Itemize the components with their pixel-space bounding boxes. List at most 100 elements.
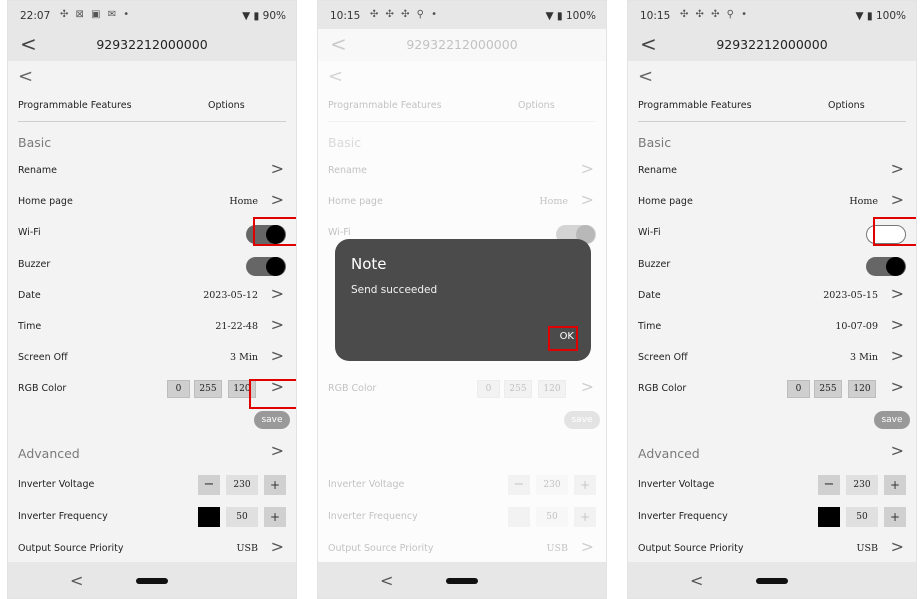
screen-off-label: Screen Off	[638, 352, 688, 363]
notification-icons: ✣ ✣ ✣ ⚲ •	[370, 9, 440, 20]
buzzer-label: Buzzer	[18, 259, 51, 270]
row-home-page[interactable]: Home page Home >	[638, 190, 908, 214]
nav-back-icon[interactable]: <	[70, 571, 83, 590]
row-date[interactable]: Date 2023-05-12 >	[18, 284, 288, 308]
chevron-right-icon[interactable]: >	[271, 315, 284, 334]
chevron-right-icon[interactable]: >	[891, 284, 904, 303]
toggle-knob	[886, 257, 905, 276]
highlight-wifi-toggle	[253, 217, 296, 246]
row-buzzer: Buzzer	[638, 255, 908, 277]
row-time[interactable]: Time 21-22-48 >	[18, 315, 288, 339]
chevron-right-icon[interactable]: >	[891, 159, 904, 178]
phone-screen-3: 10:15 ✣ ✣ ✣ ⚲ • ▼ ▮ 100% < 9293221200000…	[627, 0, 917, 599]
row-date[interactable]: Date 2023-05-15 >	[638, 284, 908, 308]
plus-button[interactable]: +	[884, 507, 906, 527]
minus-button[interactable]: −	[198, 475, 220, 495]
minus-button[interactable]	[818, 507, 840, 527]
rgb-b-field[interactable]: 120	[848, 380, 876, 398]
system-nav-bar: <	[8, 562, 296, 598]
toggle-knob	[266, 257, 285, 276]
back-icon[interactable]: <	[638, 66, 653, 87]
rgb-r-field[interactable]: 0	[787, 380, 810, 398]
voltage-value[interactable]: 230	[846, 475, 878, 495]
rgb-g-field[interactable]: 255	[814, 380, 842, 398]
home-pill-icon[interactable]	[136, 578, 168, 584]
voltage-value[interactable]: 230	[226, 475, 258, 495]
battery-icon: ▼ ▮ 90%	[242, 10, 286, 22]
row-output-source-priority[interactable]: Output Source Priority USB >	[18, 537, 288, 561]
section-basic: Basic	[638, 135, 672, 150]
chevron-right-icon[interactable]: >	[891, 346, 904, 365]
system-nav-bar: <	[318, 562, 606, 598]
rgb-r-field[interactable]: 0	[167, 380, 190, 398]
chevron-right-icon[interactable]: >	[271, 159, 284, 178]
output-source-value: USB	[236, 543, 259, 554]
row-buzzer: Buzzer	[18, 255, 288, 277]
minus-button[interactable]	[198, 507, 220, 527]
row-output-source-priority[interactable]: Output Source Priority USB >	[638, 537, 908, 561]
back-icon[interactable]: <	[18, 66, 33, 87]
nav-back-icon[interactable]: <	[690, 571, 703, 590]
chevron-right-icon[interactable]: >	[271, 441, 284, 460]
rename-label: Rename	[18, 165, 57, 176]
chevron-right-icon[interactable]: >	[271, 190, 284, 209]
row-time[interactable]: Time 10-07-09 >	[638, 315, 908, 339]
chevron-right-icon[interactable]: >	[271, 346, 284, 365]
plus-button[interactable]: +	[264, 475, 286, 495]
home-pill-icon[interactable]	[446, 578, 478, 584]
row-screen-off[interactable]: Screen Off 3 Min >	[18, 346, 288, 370]
rename-label: Rename	[638, 165, 677, 176]
plus-button[interactable]: +	[884, 475, 906, 495]
chevron-right-icon[interactable]: >	[891, 190, 904, 209]
system-nav-bar: <	[628, 562, 916, 598]
buzzer-toggle[interactable]	[246, 257, 286, 276]
status-bar: 10:15 ✣ ✣ ✣ ⚲ • ▼ ▮ 100%	[628, 1, 916, 29]
row-home-page[interactable]: Home page Home >	[18, 190, 288, 214]
status-time: 10:15	[330, 10, 361, 22]
chevron-right-icon[interactable]: >	[891, 377, 904, 396]
inverter-voltage-label: Inverter Voltage	[638, 479, 715, 490]
chevron-right-icon[interactable]: >	[891, 315, 904, 334]
nav-back-icon[interactable]: <	[380, 571, 393, 590]
home-page-label: Home page	[18, 196, 73, 207]
rgb-g-field[interactable]: 255	[194, 380, 222, 398]
row-inverter-voltage: Inverter Voltage − 230 +	[638, 475, 908, 497]
date-label: Date	[638, 290, 661, 301]
save-button[interactable]: save	[874, 411, 910, 429]
chevron-right-icon[interactable]: >	[891, 537, 904, 556]
minus-button[interactable]: −	[818, 475, 840, 495]
row-inverter-frequency: Inverter Frequency 50 +	[638, 507, 908, 529]
chevron-right-icon[interactable]: >	[891, 441, 904, 460]
output-source-value: USB	[856, 543, 879, 554]
output-source-label: Output Source Priority	[18, 543, 124, 554]
row-advanced[interactable]: >	[638, 441, 908, 465]
chevron-right-icon[interactable]: >	[271, 537, 284, 556]
row-rgb-color: RGB Color 0 255 120 >	[18, 377, 288, 401]
home-pill-icon[interactable]	[756, 578, 788, 584]
time-label: Time	[18, 321, 42, 332]
divider	[638, 121, 906, 122]
plus-button[interactable]: +	[264, 507, 286, 527]
buzzer-toggle[interactable]	[866, 257, 906, 276]
options-header: Options	[208, 100, 245, 111]
screen-off-value: 3 Min	[850, 352, 878, 363]
screen-off-value: 3 Min	[230, 352, 258, 363]
rgb-color-label: RGB Color	[18, 383, 67, 394]
row-screen-off[interactable]: Screen Off 3 Min >	[638, 346, 908, 370]
voltage-stepper: − 230 +	[198, 475, 286, 495]
date-label: Date	[18, 290, 41, 301]
settings-content: < Programmable Features Options Basic Re…	[8, 61, 296, 562]
save-button[interactable]: save	[254, 411, 290, 429]
row-rename[interactable]: Rename >	[18, 159, 288, 183]
chevron-right-icon[interactable]: >	[271, 284, 284, 303]
phone-screen-1: 22:07 ✣ ⊠ ▣ ✉ • ▼ ▮ 90% < 92932212000000…	[7, 0, 297, 599]
frequency-value[interactable]: 50	[846, 507, 878, 527]
status-bar: 22:07 ✣ ⊠ ▣ ✉ • ▼ ▮ 90%	[8, 1, 296, 29]
status-time: 22:07	[20, 10, 51, 22]
home-page-value: Home	[849, 196, 878, 207]
output-source-label: Output Source Priority	[638, 543, 744, 554]
row-rename[interactable]: Rename >	[638, 159, 908, 183]
row-inverter-voltage: Inverter Voltage − 230 +	[18, 475, 288, 497]
frequency-value[interactable]: 50	[226, 507, 258, 527]
row-advanced[interactable]: >	[18, 441, 288, 465]
